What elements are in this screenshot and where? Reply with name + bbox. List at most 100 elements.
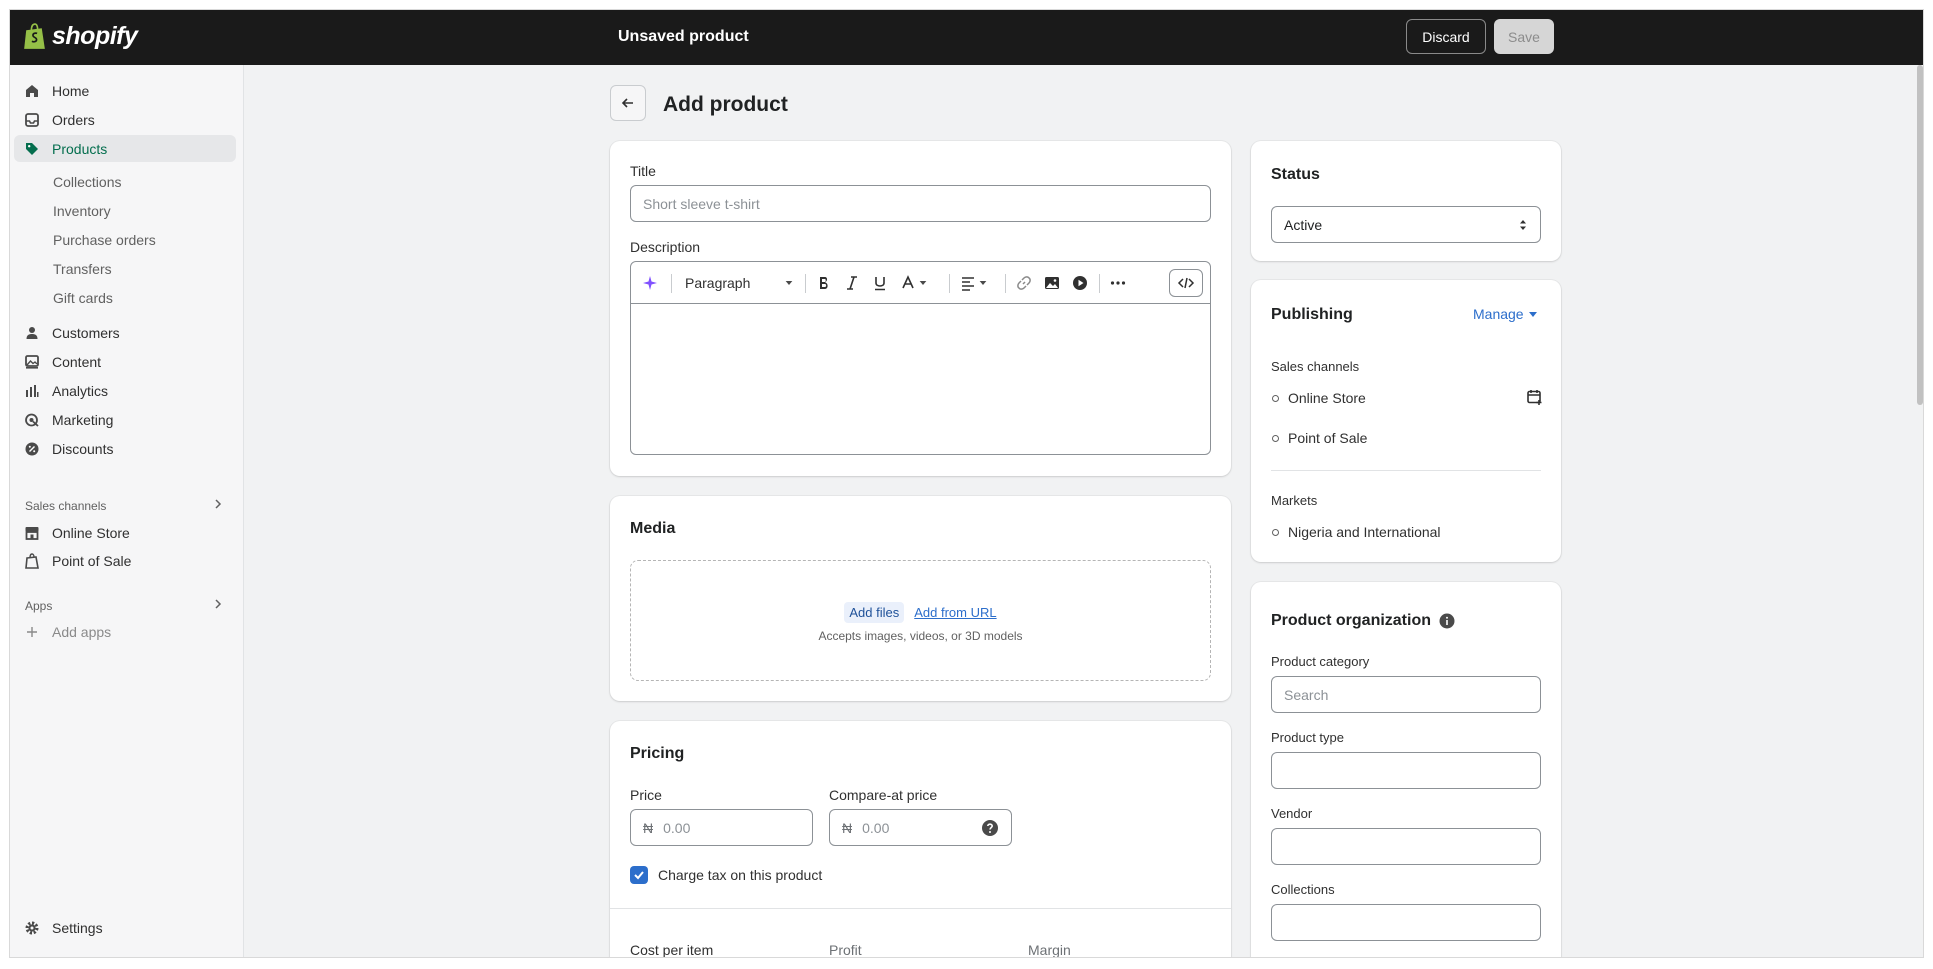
divider <box>610 908 1231 909</box>
inbox-icon <box>24 112 40 128</box>
sidebar-item-analytics[interactable]: Analytics <box>14 377 236 404</box>
media-hint: Accepts images, videos, or 3D models <box>818 629 1023 643</box>
discard-button[interactable]: Discard <box>1406 19 1486 54</box>
title-input[interactable] <box>630 185 1211 222</box>
chevron-right-icon[interactable] <box>212 598 224 610</box>
bar-chart-icon <box>24 383 40 399</box>
sidebar-item-marketing[interactable]: Marketing <box>14 406 236 433</box>
shopify-bag-icon <box>24 552 40 569</box>
sidebar-item-label: Discounts <box>52 440 114 457</box>
collections-label: Collections <box>1271 882 1335 897</box>
sidebar-item-label: Marketing <box>52 411 114 428</box>
sidebar-item-label: Online Store <box>52 524 130 541</box>
category-search-input[interactable] <box>1271 676 1541 713</box>
align-icon[interactable] <box>959 273 989 293</box>
price-input[interactable]: ₦ 0.00 <box>630 809 813 846</box>
status-select-value: Active <box>1284 216 1323 233</box>
store-icon <box>24 525 40 541</box>
sidebar-item-add-apps[interactable]: Add apps <box>14 618 236 645</box>
checkmark-icon <box>634 871 644 880</box>
sales-channels-label: Sales channels <box>1271 359 1360 374</box>
chevron-right-icon[interactable] <box>212 498 224 510</box>
category-label: Product category <box>1271 654 1370 669</box>
sidebar-subitem-transfers[interactable]: Transfers <box>53 261 112 277</box>
text-color-icon[interactable] <box>899 273 929 293</box>
sidebar-item-online-store[interactable]: Online Store <box>14 519 236 546</box>
currency-symbol: ₦ <box>842 819 853 836</box>
caret-down-icon <box>919 281 927 285</box>
sidebar-item-home[interactable]: Home <box>14 77 236 104</box>
sidebar-item-label: Products <box>52 140 108 157</box>
markets-label: Markets <box>1271 493 1318 508</box>
sidebar-item-products[interactable]: Products <box>14 135 236 162</box>
product-organization-card: Product organization Product category Pr… <box>1251 582 1561 957</box>
sidebar-item-point-of-sale[interactable]: Point of Sale <box>14 547 236 574</box>
add-from-url-link[interactable]: Add from URL <box>914 605 996 620</box>
product-type-label: Product type <box>1271 730 1344 745</box>
media-dropzone[interactable]: Add files Add from URL Accepts images, v… <box>630 560 1211 681</box>
more-icon[interactable] <box>1109 273 1127 293</box>
status-dot <box>1272 435 1279 442</box>
italic-icon[interactable] <box>843 273 861 293</box>
scrollbar[interactable] <box>1917 65 1923 405</box>
collections-input[interactable] <box>1271 904 1541 941</box>
sidebar-item-content[interactable]: Content <box>14 348 236 375</box>
product-type-input[interactable] <box>1271 752 1541 789</box>
arrow-left-icon <box>621 98 633 108</box>
product-details-card: Title Description Paragraph <box>610 141 1231 476</box>
back-button[interactable] <box>610 85 646 121</box>
margin-label: Margin <box>1028 942 1071 957</box>
publishing-heading: Publishing <box>1271 306 1353 323</box>
shopify-logo[interactable]: shopify <box>22 22 138 51</box>
brand-name: shopify <box>52 22 138 50</box>
vendor-input[interactable] <box>1271 828 1541 865</box>
sidebar-subitem-gift-cards[interactable]: Gift cards <box>53 290 113 306</box>
manage-button[interactable]: Manage <box>1473 306 1538 322</box>
format-select[interactable]: Paragraph <box>685 273 795 293</box>
price-placeholder: 0.00 <box>663 819 691 836</box>
charge-tax-checkbox[interactable] <box>630 866 648 884</box>
image-icon <box>24 354 40 370</box>
status-heading: Status <box>1271 166 1320 183</box>
status-card: Status Active <box>1251 141 1561 261</box>
sidebar-item-discounts[interactable]: Discounts <box>14 435 236 462</box>
media-heading: Media <box>630 520 676 537</box>
channel-online-store: Online Store <box>1288 390 1366 406</box>
description-editor: Paragraph <box>630 261 1211 455</box>
publishing-card: Publishing Manage Sales channels Online … <box>1251 280 1561 562</box>
sales-channels-heading: Sales channels <box>25 499 107 513</box>
link-icon[interactable] <box>1015 273 1033 293</box>
help-icon[interactable] <box>981 819 999 837</box>
video-icon[interactable] <box>1071 273 1089 293</box>
sparkle-icon[interactable] <box>641 273 659 293</box>
pricing-card: Pricing Price ₦ 0.00 Compare-at price ₦ … <box>610 721 1231 957</box>
code-view-icon[interactable] <box>1169 269 1203 297</box>
media-card: Media Add files Add from URL Accepts ima… <box>610 496 1231 701</box>
save-button[interactable]: Save <box>1494 19 1554 54</box>
cost-per-item-label: Cost per item <box>630 942 714 957</box>
editor-toolbar: Paragraph <box>631 262 1210 304</box>
status-select[interactable]: Active <box>1271 206 1541 243</box>
bold-icon[interactable] <box>815 273 833 293</box>
sidebar-item-customers[interactable]: Customers <box>14 319 236 346</box>
underline-icon[interactable] <box>871 273 889 293</box>
manage-label: Manage <box>1473 306 1524 322</box>
format-select-value: Paragraph <box>685 275 751 291</box>
vendor-label: Vendor <box>1271 806 1313 821</box>
pricing-heading: Pricing <box>630 745 685 762</box>
info-icon[interactable] <box>1439 613 1455 629</box>
compare-price-input[interactable]: ₦ 0.00 <box>829 809 1012 846</box>
image-icon[interactable] <box>1043 273 1061 293</box>
charge-tax-label: Charge tax on this product <box>658 867 823 883</box>
add-files-button[interactable]: Add files <box>844 602 905 623</box>
sidebar-subitem-inventory[interactable]: Inventory <box>53 203 111 219</box>
sidebar-item-label: Customers <box>52 324 120 341</box>
sidebar-subitem-collections[interactable]: Collections <box>53 174 121 190</box>
sidebar-item-orders[interactable]: Orders <box>14 106 236 133</box>
divider <box>1271 470 1541 471</box>
sidebar-item-settings[interactable]: Settings <box>14 914 236 941</box>
gear-icon <box>24 920 40 936</box>
calendar-icon[interactable] <box>1526 388 1544 406</box>
page-title: Add product <box>663 93 788 116</box>
sidebar-subitem-purchase-orders[interactable]: Purchase orders <box>53 232 156 248</box>
